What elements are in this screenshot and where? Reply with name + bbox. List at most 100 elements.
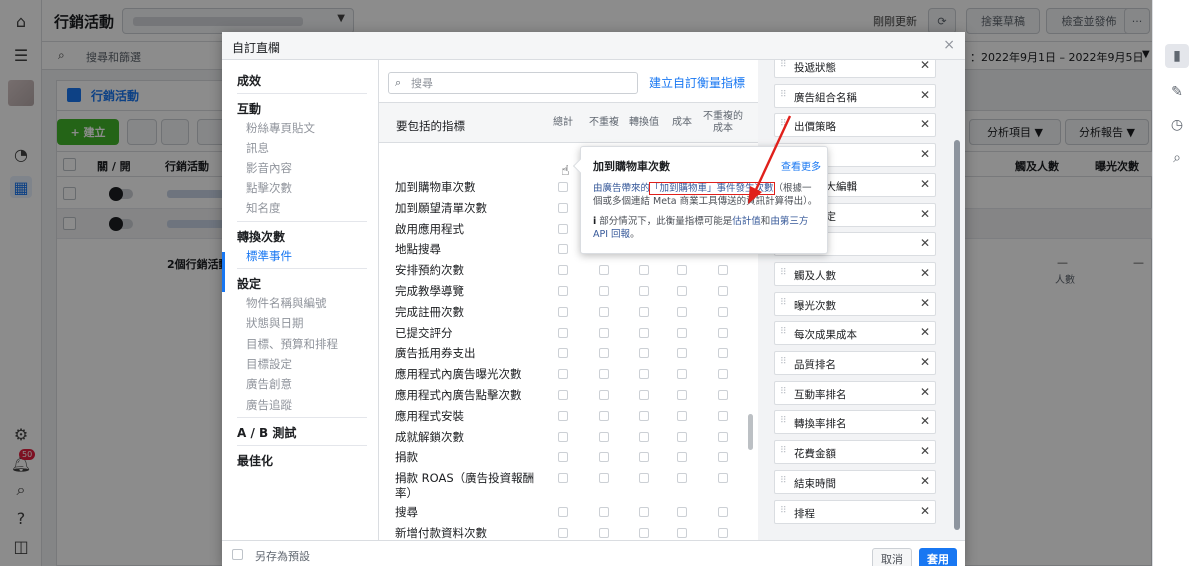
metric-checkbox[interactable]: [677, 528, 687, 538]
metric-checkbox[interactable]: [599, 286, 609, 296]
metric-row[interactable]: 應用程式安裝: [379, 409, 758, 430]
metric-checkbox[interactable]: [558, 306, 568, 317]
selected-column-item[interactable]: ⠿ 每次成果成本 ✕: [774, 321, 936, 346]
metric-checkbox[interactable]: [639, 327, 649, 338]
metric-checkbox[interactable]: [599, 390, 609, 400]
metric-checkbox[interactable]: [639, 369, 649, 380]
selected-column-item[interactable]: ⠿ 曝光次數 ✕: [774, 291, 936, 316]
metric-checkbox[interactable]: [639, 306, 649, 317]
remove-column-icon[interactable]: ✕: [920, 504, 930, 518]
selected-column-item[interactable]: ⠿ 排程 ✕: [774, 499, 936, 524]
metric-checkbox[interactable]: [558, 265, 568, 276]
remove-column-icon[interactable]: ✕: [920, 385, 930, 399]
category-settings-status-dates[interactable]: 狀態與日期: [246, 315, 304, 331]
metric-checkbox[interactable]: [718, 286, 728, 296]
metric-checkbox[interactable]: [677, 507, 687, 518]
category-ab-test[interactable]: A / B 測試: [237, 424, 296, 441]
metric-checkbox[interactable]: [718, 473, 728, 484]
metric-checkbox[interactable]: [639, 390, 649, 400]
metric-checkbox[interactable]: [639, 265, 649, 276]
metric-checkbox[interactable]: [718, 306, 728, 317]
category-engagement-awareness[interactable]: 知名度: [246, 200, 281, 216]
selected-column-item[interactable]: ⠿ 花費金額 ✕: [774, 440, 936, 465]
metric-checkbox[interactable]: [558, 369, 568, 380]
metric-row[interactable]: 捐款: [379, 450, 758, 471]
metric-row[interactable]: 已提交評分: [379, 326, 758, 347]
remove-column-icon[interactable]: ✕: [920, 88, 930, 102]
remove-column-icon[interactable]: ✕: [920, 117, 930, 131]
drag-handle-icon[interactable]: ⠿: [780, 60, 787, 70]
metric-checkbox[interactable]: [677, 306, 687, 317]
search-zoom-icon[interactable]: ⌕: [1165, 146, 1189, 170]
remove-column-icon[interactable]: ✕: [920, 147, 930, 161]
remove-column-icon[interactable]: ✕: [920, 474, 930, 488]
save-preset-label[interactable]: 另存為預設: [255, 548, 310, 564]
metric-checkbox[interactable]: [677, 452, 687, 463]
metric-checkbox[interactable]: [639, 286, 649, 296]
metric-checkbox[interactable]: [639, 507, 649, 518]
estimated-link[interactable]: 估計值: [732, 216, 761, 227]
selected-column-item[interactable]: ⠿ 觸及人數 ✕: [774, 261, 936, 286]
metric-row[interactable]: 捐款 ROAS（廣告投資報酬率）: [379, 471, 758, 505]
remove-column-icon[interactable]: ✕: [920, 414, 930, 428]
metric-checkbox[interactable]: [677, 473, 687, 484]
metric-search-input[interactable]: [411, 75, 631, 91]
remove-column-icon[interactable]: ✕: [920, 266, 930, 280]
cancel-button[interactable]: 取消: [872, 548, 912, 566]
apply-button[interactable]: 套用: [919, 548, 957, 566]
metric-checkbox[interactable]: [558, 410, 568, 421]
metric-row[interactable]: 應用程式內廣告曝光次數: [379, 367, 758, 388]
metric-checkbox[interactable]: [558, 202, 568, 213]
category-settings[interactable]: 設定: [237, 275, 261, 292]
metric-checkbox[interactable]: [718, 348, 728, 359]
metric-checkbox[interactable]: [639, 348, 649, 359]
metric-checkbox[interactable]: [599, 327, 609, 338]
drag-handle-icon[interactable]: ⠿: [780, 268, 787, 278]
metric-checkbox[interactable]: [558, 431, 568, 442]
metric-checkbox[interactable]: [599, 507, 609, 518]
metric-checkbox[interactable]: [639, 431, 649, 442]
save-preset-checkbox[interactable]: [232, 549, 243, 560]
remove-column-icon[interactable]: ✕: [920, 355, 930, 369]
drag-handle-icon[interactable]: ⠿: [780, 476, 787, 486]
category-settings-ad-creative[interactable]: 廣告創意: [246, 376, 292, 392]
clock-icon[interactable]: ◷: [1165, 113, 1189, 137]
close-icon[interactable]: ×: [943, 37, 955, 53]
remove-column-icon[interactable]: ✕: [920, 325, 930, 339]
selected-column-item[interactable]: ⠿ 投遞狀態 ✕: [774, 60, 936, 78]
metric-checkbox[interactable]: [599, 348, 609, 359]
metric-checkbox[interactable]: [558, 507, 568, 518]
metric-checkbox[interactable]: [599, 452, 609, 463]
metric-checkbox[interactable]: [599, 473, 609, 484]
category-settings-names-ids[interactable]: 物件名稱與編號: [246, 295, 327, 311]
category-engagement[interactable]: 互動: [237, 100, 261, 117]
metrics-scrollbar[interactable]: [748, 414, 753, 450]
drag-handle-icon[interactable]: ⠿: [780, 416, 787, 426]
metric-checkbox[interactable]: [677, 348, 687, 359]
metric-checkbox[interactable]: [718, 410, 728, 421]
pencil-icon[interactable]: ✎: [1165, 80, 1189, 104]
category-settings-targeting[interactable]: 目標設定: [246, 356, 292, 372]
metric-checkbox[interactable]: [718, 327, 728, 338]
metric-checkbox[interactable]: [599, 369, 609, 380]
remove-column-icon[interactable]: ✕: [920, 296, 930, 310]
selected-column-item[interactable]: ⠿ 結束時間 ✕: [774, 469, 936, 494]
drag-handle-icon[interactable]: ⠿: [780, 327, 787, 337]
metric-checkbox[interactable]: [558, 348, 568, 359]
metric-checkbox[interactable]: [639, 410, 649, 421]
category-performance[interactable]: 成效: [237, 72, 261, 89]
metric-checkbox[interactable]: [558, 327, 568, 338]
drag-handle-icon[interactable]: ⠿: [780, 387, 787, 397]
metric-checkbox[interactable]: [558, 286, 568, 296]
metric-checkbox[interactable]: [558, 528, 568, 538]
metric-checkbox[interactable]: [639, 473, 649, 484]
metric-checkbox[interactable]: [677, 265, 687, 276]
metric-checkbox[interactable]: [718, 369, 728, 380]
metric-checkbox[interactable]: [599, 431, 609, 442]
metric-checkbox[interactable]: [599, 265, 609, 276]
metric-row[interactable]: 完成註冊次數: [379, 305, 758, 326]
metric-checkbox[interactable]: [558, 452, 568, 463]
metric-checkbox[interactable]: [677, 286, 687, 296]
metric-checkbox[interactable]: [599, 528, 609, 538]
metric-checkbox[interactable]: [677, 410, 687, 421]
